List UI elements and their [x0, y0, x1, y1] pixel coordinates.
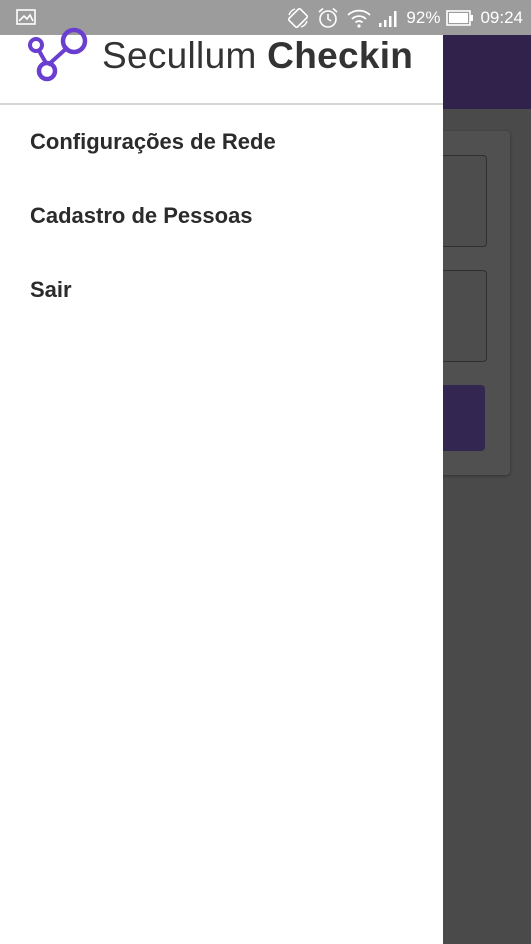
- clock: 09:24: [480, 7, 523, 27]
- navigation-drawer: Secullum Checkin Configurações de Rede C…: [0, 27, 443, 944]
- menu-item-people-registration[interactable]: Cadastro de Pessoas: [0, 179, 443, 253]
- battery-percent: 92%: [406, 7, 441, 27]
- brand-name: Secullum Checkin: [102, 35, 414, 76]
- drawer-header: Secullum Checkin: [0, 27, 443, 105]
- menu-item-network-settings[interactable]: Configurações de Rede: [0, 105, 443, 179]
- rotate-icon: [286, 6, 310, 30]
- wifi-icon: [346, 7, 372, 29]
- alarm-icon: [316, 6, 340, 30]
- secullum-logo-icon: [24, 23, 94, 90]
- drawer-menu: Configurações de Rede Cadastro de Pessoa…: [0, 105, 443, 327]
- signal-icon: [378, 8, 400, 28]
- battery-icon: [446, 9, 474, 27]
- menu-item-logout[interactable]: Sair: [0, 253, 443, 327]
